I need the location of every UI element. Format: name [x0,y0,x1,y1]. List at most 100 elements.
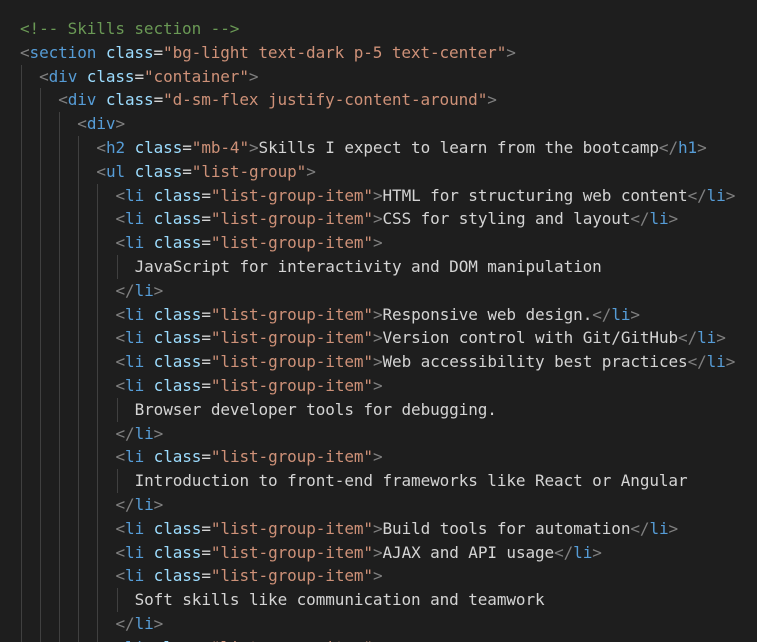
code-token-eq: = [201,352,211,372]
code-line[interactable]: Introduction to front-end frameworks lik… [135,469,688,493]
code-line[interactable]: <li class="list-group-item">Version cont… [116,326,726,350]
code-line[interactable]: <li class="list-group-item">Responsive w… [116,303,641,327]
indent-guide [59,540,61,565]
code-token-tag: li [573,542,593,562]
code-line[interactable]: Soft skills like communication and teamw… [135,588,545,612]
code-token-bracket: > [372,352,383,372]
indent-guide [78,516,80,541]
code-line[interactable]: <li class="list-group-item">AJAX and API… [116,541,602,565]
code-line[interactable]: JavaScript for interactivity and DOM man… [135,255,602,279]
code-token-attr: class [153,447,202,467]
code-token-attr: class [134,138,183,157]
code-line[interactable]: </li> [116,493,164,517]
indent-guide [21,207,22,232]
indent-guide [40,88,42,113]
indent-guide [40,588,42,612]
code-token-text: Build tools for automation [382,518,631,538]
indent-guide [78,350,80,374]
code-token-tag: li [134,614,154,633]
code-line[interactable]: <h2 class="mb-4">Skills I expect to lear… [96,136,706,160]
indent-guide [59,635,61,642]
code-token-eq: = [201,233,211,253]
indent-guide [59,278,61,303]
code-line[interactable]: <li class="list-group-item"> [116,374,383,398]
code-token-str: "list-group-item" [210,233,373,253]
code-token-str: "list-group-item" [210,185,373,205]
code-token-bracket: </ [630,518,650,538]
code-line[interactable]: <li class="list-group-item">HTML for str… [116,184,736,208]
indent-guide [97,326,99,351]
code-token-bracket: </ [115,280,135,300]
code-editor[interactable]: <!-- Skills section --> <section class="b… [0,0,757,642]
indent-guide [97,588,99,612]
code-token-tag: li [649,518,669,538]
code-token-bracket: > [372,233,383,253]
code-token-attr: class [105,90,154,110]
indent-guide [78,183,80,208]
code-token-text: Introduction to front-end frameworks lik… [134,471,688,491]
indent-guide [78,588,80,612]
code-token-tag: div [48,66,78,86]
code-token-tag: section [29,42,97,62]
code-token-bracket: > [372,447,383,467]
code-token-tag: li [134,423,154,443]
code-line[interactable]: <li class="list-group-item"> [116,231,383,255]
code-token-attr: class [153,233,202,253]
indent-guide [59,493,61,517]
code-token-bracket: > [372,304,383,324]
code-line[interactable]: <ul class="list-group"> [96,160,315,184]
code-token-tag: li [125,376,145,395]
indent-guide [21,255,22,279]
code-line[interactable]: </li> [116,422,164,446]
code-line[interactable]: <li class="list-group-item">Build tools … [116,517,679,541]
code-token-bracket: < [20,42,30,62]
code-line[interactable]: <li class="list-group-item">Web accessib… [116,350,736,374]
code-line[interactable]: Browser developer tools for debugging. [135,398,497,422]
code-token-tag: li [125,209,145,229]
code-token-tag: li [125,638,144,642]
indent-guide [40,397,42,422]
code-line[interactable]: </li> [116,612,164,636]
code-token-bracket: > [248,66,259,86]
indent-guide [97,540,99,565]
code-token-text: AJAX and API usage [382,542,555,562]
code-token-bracket: < [115,566,126,586]
code-token-str: "container" [144,66,249,86]
code-token-tag: h1 [678,138,698,157]
indent-guide [21,469,22,493]
code-token-text: Responsive web design. [382,304,593,324]
code-token-tag: li [706,185,726,205]
indent-guide [21,350,22,374]
indent-guide [40,564,42,589]
code-token-attr: class [154,638,202,642]
indent-guide [78,397,80,422]
code-line[interactable]: <div class="d-sm-flex justify-content-ar… [58,88,497,112]
code-line[interactable]: <li class="list-group-item"> [116,636,383,642]
code-line[interactable]: <!-- Skills section --> [20,17,239,41]
code-line[interactable]: <li class="list-group-item"> [116,445,383,469]
code-token-str: "list-group-item" [210,304,373,324]
code-token-bracket: > [697,138,707,157]
code-token-eq: = [201,566,211,586]
code-line[interactable]: </li> [116,279,164,303]
code-token-comment: <!-- Skills section --> [20,19,240,38]
code-token-bracket: </ [115,495,135,514]
code-line[interactable]: <li class="list-group-item"> [116,564,383,588]
indent-guide [21,612,22,636]
code-token-bracket: < [58,90,68,110]
indent-guide [78,159,80,184]
indent-guide [40,540,42,565]
code-line[interactable]: <section class="bg-light text-dark p-5 t… [20,41,516,65]
code-token-str: "list-group-item" [210,518,373,538]
code-line[interactable]: <div> [77,112,125,136]
indent-guide [21,540,22,565]
indent-guide [97,278,99,303]
code-token-text: Browser developer tools for debugging. [134,399,497,419]
indent-guide [40,278,42,303]
code-token-bracket: > [248,138,259,157]
code-line[interactable]: <div class="container"> [39,65,258,89]
code-line[interactable]: <li class="list-group-item">CSS for styl… [116,207,679,231]
indent-guide [40,302,42,327]
code-token-tag: li [125,328,145,348]
